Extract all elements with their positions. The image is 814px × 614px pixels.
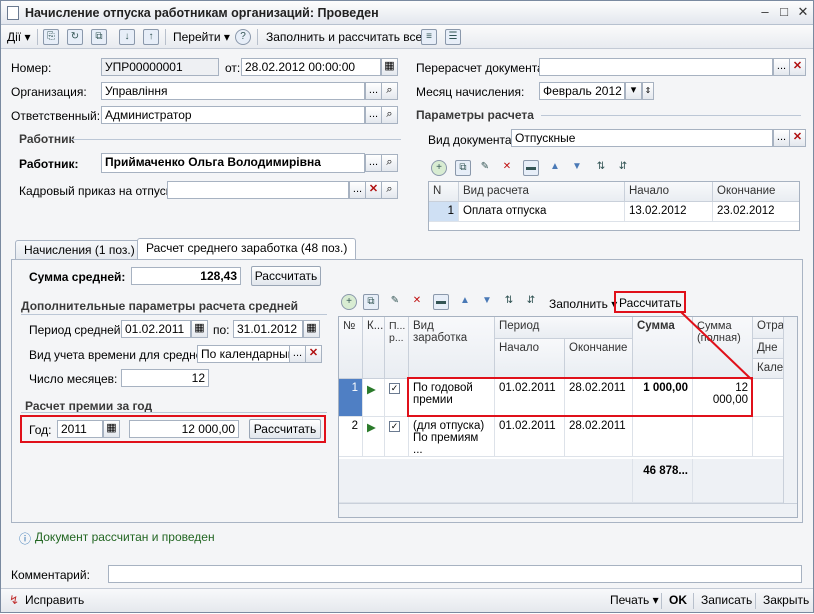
ok-button[interactable]: OK xyxy=(669,593,687,607)
document-window: Начисление отпуска работникам организаци… xyxy=(0,0,814,613)
status-text: Документ рассчитан и проведен xyxy=(35,530,215,544)
bottom-bar: ↯ Исправить Печать ▾ OK Записать Закрыть xyxy=(1,588,813,612)
print-menu[interactable]: Печать ▾ xyxy=(610,593,659,607)
close-button[interactable]: Закрыть xyxy=(763,593,809,607)
highlight-connector xyxy=(680,311,752,380)
info-icon: ⓘ xyxy=(19,532,32,546)
save-button[interactable]: Записать xyxy=(701,593,752,607)
comment-label: Комментарий: xyxy=(11,568,90,582)
fix-button[interactable]: Исправить xyxy=(25,593,84,607)
fix-icon: ↯ xyxy=(9,593,20,607)
comment-field[interactable] xyxy=(108,565,802,583)
